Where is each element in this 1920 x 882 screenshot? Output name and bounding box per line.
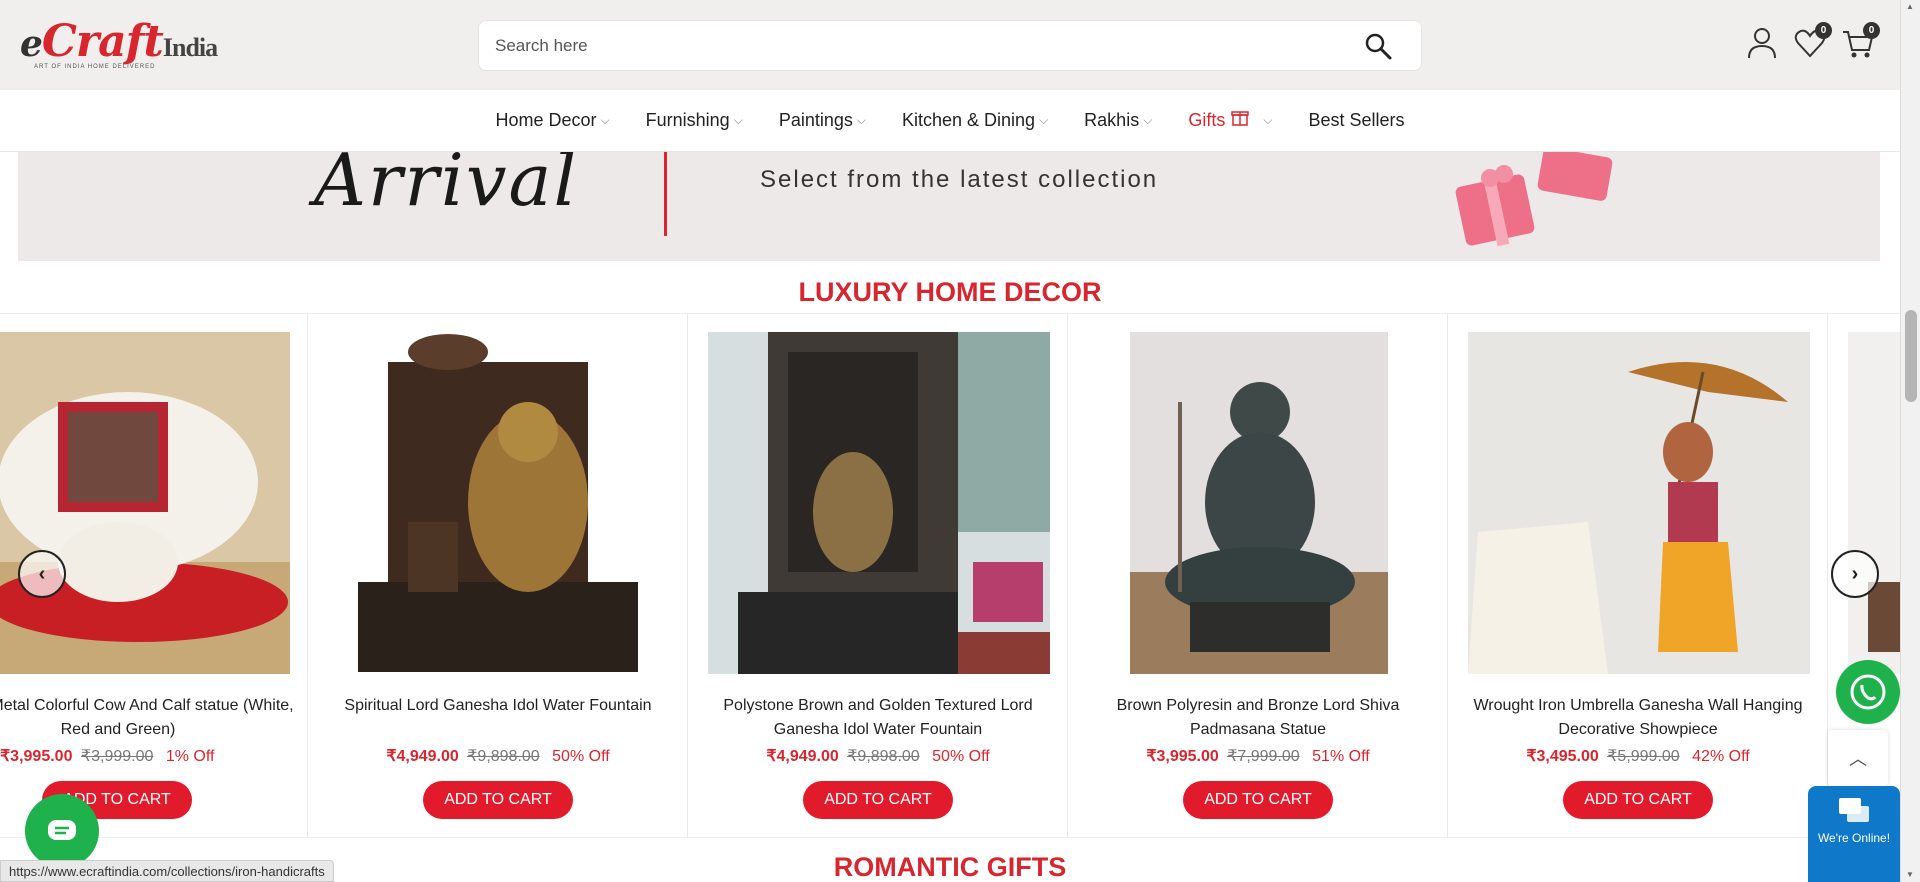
nav-label: Gifts xyxy=(1188,110,1226,130)
product-name[interactable]: Brown Polyresin and Bronze Lord Shiva Pa… xyxy=(1078,694,1438,742)
scroll-down-arrow[interactable]: ▼ xyxy=(1906,870,1914,879)
main-nav: Home Decor ⌵ Furnishing ⌵ Paintings ⌵ Kitch… xyxy=(0,90,1900,152)
product-carousel: nakari Metal Colorful Cow And Calf statu… xyxy=(0,313,1900,838)
nav-item-rakhis[interactable]: Rakhis ⌵ xyxy=(1066,110,1170,131)
scrollbar-thumb[interactable] xyxy=(1905,310,1917,402)
nav-item-paintings[interactable]: Paintings ⌵ xyxy=(761,110,884,131)
search-bar xyxy=(478,20,1422,71)
cart-button[interactable]: 0 xyxy=(1842,22,1880,60)
discount-label: 1% Off xyxy=(165,748,215,765)
site-header: eCraftIndia ART OF INDIA HOME DELIVERED … xyxy=(0,0,1900,90)
whatsapp-button[interactable] xyxy=(1836,660,1900,724)
live-chat-widget[interactable]: We're Online! xyxy=(1808,786,1900,882)
wishlist-count-badge: 0 xyxy=(1815,22,1832,39)
nav-label: Best Sellers xyxy=(1308,110,1405,130)
original-price: ₹7,999.00 xyxy=(1227,748,1300,765)
product-image[interactable] xyxy=(0,332,290,674)
sale-price: ₹3,495.00 xyxy=(1526,748,1599,765)
scroll-up-arrow[interactable]: ▲ xyxy=(1906,2,1914,11)
logo-tagline: ART OF INDIA HOME DELIVERED xyxy=(34,64,156,70)
chevron-down-icon: ⌵ xyxy=(1143,113,1153,127)
product-card[interactable]: Brown Polyresin and Bronze Lord Shiva Pa… xyxy=(1068,314,1448,837)
original-price: ₹5,999.00 xyxy=(1607,748,1680,765)
sale-price: ₹4,949.00 xyxy=(766,748,839,765)
cart-count-badge: 0 xyxy=(1863,22,1880,39)
wishlist-button[interactable]: 0 xyxy=(1794,22,1832,60)
add-to-cart-button[interactable]: ADD TO CART xyxy=(803,781,953,819)
account-icon[interactable] xyxy=(1746,26,1778,60)
product-name[interactable]: Wrought Iron Umbrella Ganesha Wall Hangi… xyxy=(1458,694,1818,742)
discount-label: 50% Off xyxy=(552,748,610,765)
product-price: ₹3,495.00 ₹5,999.00 42% Off xyxy=(1448,746,1828,766)
gift-box-image xyxy=(1455,152,1613,247)
chevron-right-icon: › xyxy=(1851,562,1859,585)
product-image[interactable] xyxy=(1130,332,1388,674)
chevron-down-icon: ⌵ xyxy=(600,113,610,127)
nav-item-home-decor[interactable]: Home Decor ⌵ xyxy=(478,110,628,131)
gift-icon xyxy=(1231,110,1250,126)
product-card[interactable]: Wrought Iron Umbrella Ganesha Wall Hangi… xyxy=(1448,314,1828,837)
chevron-down-icon: ⌵ xyxy=(1263,113,1273,127)
scroll-to-top-button[interactable]: ︿ xyxy=(1828,730,1888,786)
site-logo[interactable]: eCraftIndia ART OF INDIA HOME DELIVERED xyxy=(20,16,218,76)
original-price: ₹9,898.00 xyxy=(467,748,540,765)
discount-label: 50% Off xyxy=(932,748,990,765)
original-price: ₹3,999.00 xyxy=(80,748,154,765)
message-icon xyxy=(48,820,76,840)
original-price: ₹9,898.00 xyxy=(847,748,920,765)
online-text: We're Online! xyxy=(1817,831,1891,845)
sale-price: ₹3,995.00 xyxy=(1146,748,1219,765)
chat-icon xyxy=(1839,798,1869,822)
banner-divider xyxy=(664,152,667,236)
chevron-down-icon: ⌵ xyxy=(733,113,743,127)
discount-label: 51% Off xyxy=(1312,748,1370,765)
nav-label: Rakhis xyxy=(1084,110,1140,130)
product-name[interactable]: nakari Metal Colorful Cow And Calf statu… xyxy=(0,694,298,742)
product-image[interactable] xyxy=(1848,332,1900,674)
banner-script-text: Arrival xyxy=(314,152,579,222)
product-image[interactable] xyxy=(708,332,1050,674)
product-name[interactable]: Polystone Brown and Golden Textured Lord… xyxy=(698,694,1058,742)
product-price: ₹4,949.00 ₹9,898.00 50% Off xyxy=(308,746,688,766)
product-image[interactable] xyxy=(328,332,670,674)
status-bar-url: https://www.ecraftindia.com/collections/… xyxy=(0,860,334,882)
page-scrollbar[interactable]: ▲ ▼ xyxy=(1900,0,1920,882)
new-arrival-banner[interactable]: Arrival Select from the latest collectio… xyxy=(18,152,1880,261)
carousel-prev-arrow[interactable]: ‹ xyxy=(18,550,66,598)
product-price: ₹3,995.00 ₹3,999.00 1% Off xyxy=(0,746,308,766)
nav-item-gifts[interactable]: Gifts ⌵ xyxy=(1170,110,1290,131)
nav-label: Furnishing xyxy=(645,110,730,130)
chevron-down-icon: ⌵ xyxy=(856,113,866,127)
chevron-left-icon: ‹ xyxy=(38,562,46,585)
chevron-down-icon: ⌵ xyxy=(1039,113,1049,127)
nav-label: Paintings xyxy=(778,110,853,130)
nav-label: Home Decor xyxy=(495,110,597,130)
nav-label: Kitchen & Dining xyxy=(901,110,1036,130)
nav-item-best-sellers[interactable]: Best Sellers xyxy=(1290,110,1422,131)
product-card[interactable]: Polystone Brown and Golden Textured Lord… xyxy=(688,314,1068,837)
add-to-cart-button[interactable]: ADD TO CART xyxy=(423,781,573,819)
chat-bubble-button[interactable] xyxy=(25,794,99,868)
product-price: ₹4,949.00 ₹9,898.00 50% Off xyxy=(688,746,1068,766)
sale-price: ₹3,995.00 xyxy=(0,748,73,765)
product-name[interactable]: Spiritual Lord Ganesha Idol Water Founta… xyxy=(318,694,678,718)
add-to-cart-button[interactable]: ADD TO CART xyxy=(1563,781,1713,819)
nav-item-furnishing[interactable]: Furnishing ⌵ xyxy=(628,110,761,131)
product-card[interactable]: Spiritual Lord Ganesha Idol Water Founta… xyxy=(308,314,688,837)
product-image[interactable] xyxy=(1468,332,1810,674)
whatsapp-icon xyxy=(1850,674,1886,710)
product-price: ₹3,995.00 ₹7,999.00 51% Off xyxy=(1068,746,1448,766)
search-icon[interactable] xyxy=(1363,31,1393,61)
search-input[interactable] xyxy=(495,33,1315,59)
add-to-cart-button[interactable]: ADD TO CART xyxy=(1183,781,1333,819)
sale-price: ₹4,949.00 xyxy=(386,748,459,765)
carousel-next-arrow[interactable]: › xyxy=(1831,550,1879,598)
discount-label: 42% Off xyxy=(1692,748,1750,765)
section-title-luxury: LUXURY HOME DECOR xyxy=(798,277,1102,307)
banner-subtitle: Select from the latest collection xyxy=(760,166,1159,193)
nav-item-kitchen-dining[interactable]: Kitchen & Dining ⌵ xyxy=(884,110,1066,131)
chevron-up-icon: ︿ xyxy=(1849,749,1867,769)
